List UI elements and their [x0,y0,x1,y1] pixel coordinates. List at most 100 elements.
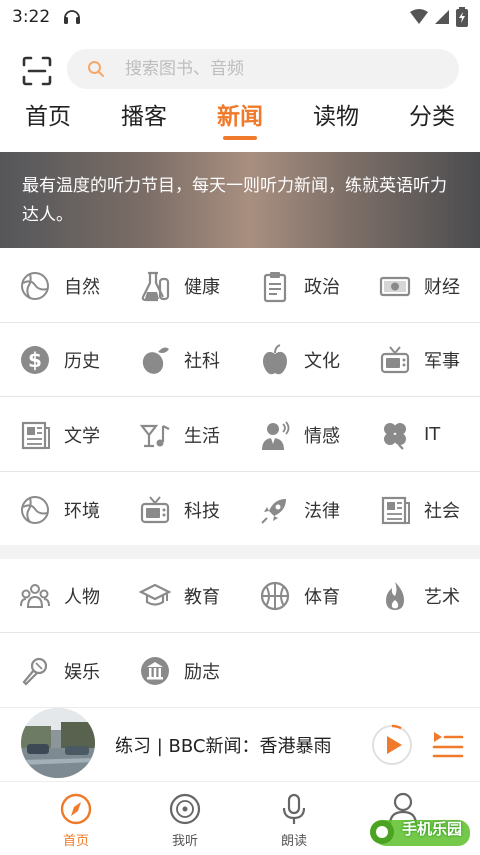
banner-text: 最有温度的听力节目，每天一则听力新闻，练就英语听力达人。 [22,176,447,225]
tab-label: 分类 [409,104,455,130]
category-row: $ 历史 社科 文化 军事 [0,323,480,397]
tab-label: 读物 [313,104,359,130]
newspaper-icon [378,493,412,527]
category-label: 体育 [304,586,340,608]
play-icon[interactable] [371,724,413,766]
svg-text:$: $ [28,348,42,372]
mini-player[interactable]: 练习 | BBC新闻：香港暴雨 [0,707,480,781]
search-icon [88,61,104,77]
search-row [0,48,480,92]
category-item[interactable]: 艺术 [360,559,480,632]
category-label: 文化 [304,350,340,372]
tab-label: 新闻 [217,104,263,130]
category-label: 自然 [64,276,100,298]
person-speaking-icon [258,418,292,452]
nav-label: 首页 [62,834,89,849]
category-item[interactable]: 社会 [360,473,480,547]
scan-icon[interactable] [22,56,52,86]
flame-icon [378,579,412,613]
category-label: 励志 [184,662,220,683]
category-item[interactable]: 科技 [120,473,240,547]
clipboard-icon [258,269,292,303]
tab-category[interactable]: 分类 [392,95,472,143]
rocket-icon [258,493,292,527]
temple-icon [138,654,172,688]
people-icon [18,579,52,613]
news-banner[interactable]: 最有温度的听力节目，每天一则听力新闻，练就英语听力达人。 [0,152,480,248]
top-tabs: 首页 播客 新闻 读物 分类 [0,95,480,145]
player-title: 练习 | BBC新闻：香港暴雨 [115,736,332,757]
player-cover-image[interactable] [21,708,95,778]
category-item[interactable]: 娱乐 [0,634,120,708]
category-label: 情感 [304,425,340,447]
category-item[interactable]: 环境 [0,473,120,547]
tv-icon [378,343,412,377]
category-row: 自然 健康 政治 财经 [0,249,480,323]
category-label: 财经 [424,276,460,298]
category-item[interactable]: 健康 [120,249,240,322]
category-item[interactable]: 体育 [240,559,360,632]
cocktail-music-icon [138,418,172,452]
graduation-cap-icon [138,579,172,613]
category-item[interactable]: 法律 [240,473,360,547]
tab-podcast[interactable]: 播客 [104,95,184,143]
tab-active-indicator [223,136,257,140]
watermark-text: 手机乐园 [402,820,463,838]
wifi-icon [410,9,428,24]
category-row: 文学 生活 情感 IT [0,398,480,472]
leaf-fruit-icon [138,343,172,377]
category-item[interactable]: $ 历史 [0,323,120,396]
category-item[interactable]: 文学 [0,398,120,471]
tab-label: 播客 [121,104,167,130]
category-label: 社科 [184,350,220,372]
tab-home[interactable]: 首页 [8,95,88,143]
tab-reading[interactable]: 读物 [296,95,376,143]
category-row: 人物 教育 体育 艺术 [0,559,480,633]
category-item[interactable]: 财经 [360,249,480,322]
tv-icon [138,493,172,527]
category-row: 娱乐 励志 [0,634,480,708]
category-item[interactable]: 生活 [120,398,240,471]
category-item[interactable]: 人物 [0,559,120,632]
category-item[interactable]: 教育 [120,559,240,632]
search-input[interactable] [125,59,425,79]
category-item[interactable]: 自然 [0,249,120,322]
category-item[interactable]: 政治 [240,249,360,322]
category-label: 娱乐 [64,662,100,683]
category-label: 教育 [184,586,220,608]
category-item[interactable]: 情感 [240,398,360,471]
category-label: 科技 [184,501,220,522]
nav-my-listening[interactable]: 我听 [130,782,240,855]
microphone-icon [282,793,306,824]
status-icons [410,7,468,27]
category-label: 健康 [184,276,220,298]
globe-icon [18,269,52,303]
category-item[interactable]: 军事 [360,323,480,396]
apple-icon [258,343,292,377]
nav-read-aloud[interactable]: 朗读 [239,782,349,855]
category-label: 军事 [424,350,460,372]
category-item[interactable]: 社科 [120,323,240,396]
app-badge-icon [64,10,81,24]
category-row: 环境 科技 法律 社会 [0,473,480,547]
battery-icon [456,7,468,27]
category-label: 政治 [304,276,340,298]
category-item[interactable]: 励志 [120,634,240,708]
vinyl-icon [169,793,201,825]
nav-home[interactable]: 首页 [21,782,131,855]
microphone-icon [18,654,52,688]
flask-icon [138,269,172,303]
playlist-icon[interactable] [430,728,466,764]
category-label: 环境 [64,501,100,522]
category-item[interactable]: IT [360,398,480,471]
category-label: 艺术 [424,586,460,608]
category-label: 文学 [64,425,100,447]
newspaper-icon [18,418,52,452]
tab-news[interactable]: 新闻 [200,95,280,143]
signal-icon [435,10,449,24]
category-item[interactable]: 文化 [240,323,360,396]
dollar-coin-icon: $ [18,343,52,377]
search-box[interactable] [67,49,459,89]
compass-icon [60,793,92,825]
nav-label: 我听 [171,834,198,849]
